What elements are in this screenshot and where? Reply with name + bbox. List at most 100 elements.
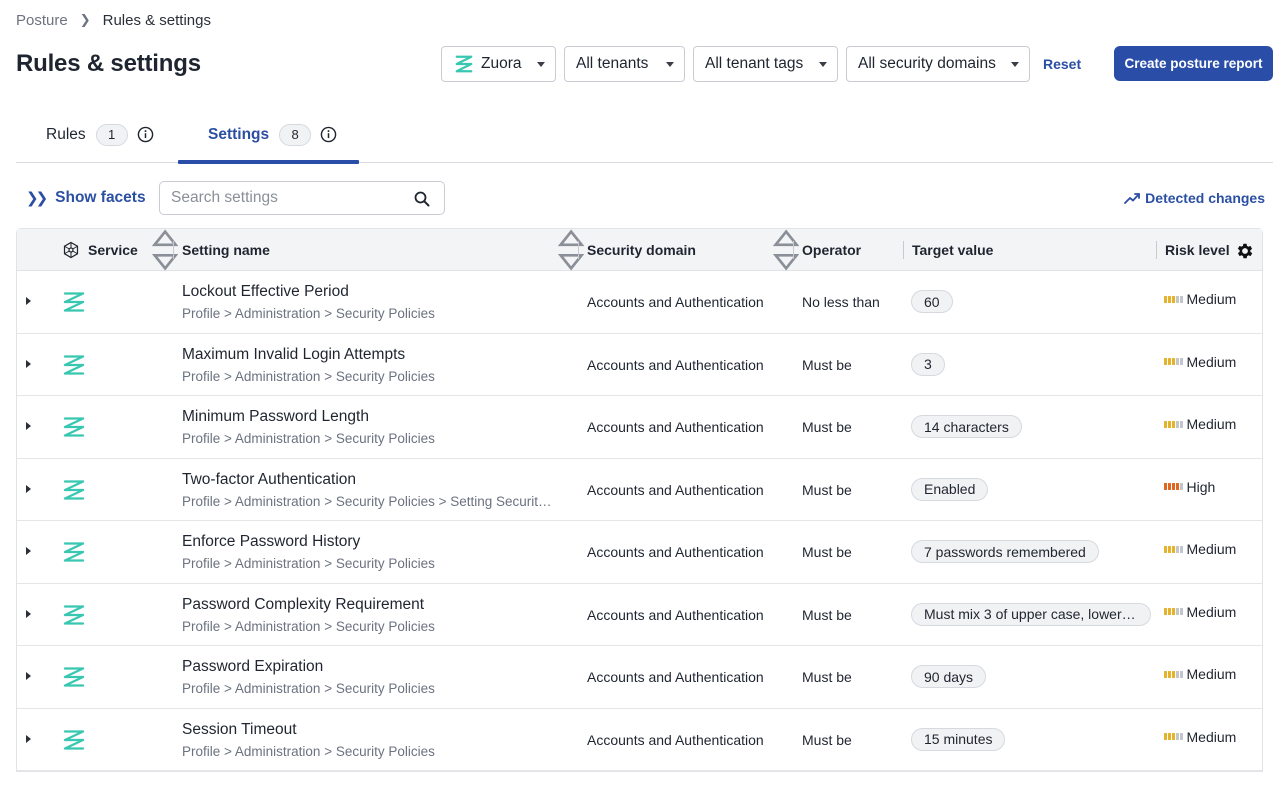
zuora-logo-icon	[63, 417, 85, 437]
sort-icon[interactable]	[152, 229, 179, 271]
search-icon[interactable]	[414, 191, 430, 207]
expand-caret-icon[interactable]	[26, 672, 31, 680]
breadcrumb-posture-link[interactable]: Posture	[16, 12, 68, 29]
table-row[interactable]: Lockout Effective Period Profile > Admin…	[17, 271, 1262, 334]
target-value: 7 passwords remembered	[924, 543, 1086, 560]
tab-rules[interactable]: Rules 1	[46, 106, 154, 163]
expand-caret-icon[interactable]	[26, 734, 31, 743]
target-value-chip: Enabled	[911, 477, 989, 501]
gear-icon[interactable]	[1235, 241, 1255, 261]
setting-name[interactable]: Enforce Password History	[182, 533, 360, 551]
column-header-risk-level[interactable]: Risk level	[1165, 229, 1230, 271]
table-row[interactable]: Password Expiration Profile > Administra…	[17, 646, 1262, 709]
setting-name[interactable]: Session Timeout	[182, 721, 297, 739]
column-header-security-domain-label: Security domain	[587, 242, 696, 258]
risk-level-bars-icon	[1164, 358, 1183, 365]
expand-caret-icon[interactable]	[26, 547, 31, 555]
operator: Must be	[802, 669, 852, 685]
security-domains-filter-dropdown[interactable]: All security domains	[846, 46, 1030, 82]
sort-icon[interactable]	[558, 229, 585, 271]
security-domains-filter-label: All security domains	[858, 55, 996, 72]
active-tab-indicator	[178, 160, 359, 164]
operator: Must be	[802, 419, 852, 435]
risk-level-label: Medium	[1186, 416, 1237, 432]
risk-level-bars-icon	[1164, 545, 1183, 553]
target-value-chip: 15 minutes	[911, 727, 1006, 751]
expand-caret-icon[interactable]	[26, 484, 31, 493]
zuora-logo-icon	[63, 604, 85, 625]
reset-link[interactable]: Reset	[1043, 56, 1081, 72]
security-domain: Accounts and Authentication	[587, 669, 764, 685]
setting-path: Profile > Administration > Security Poli…	[182, 306, 435, 321]
risk-level-label: High	[1186, 478, 1216, 495]
setting-name[interactable]: Password Expiration	[182, 658, 323, 676]
target-value-chip: 14 characters	[911, 415, 1022, 438]
tab-settings-label: Settings	[208, 125, 270, 143]
tenant-tags-filter-dropdown[interactable]: All tenant tags	[693, 46, 838, 82]
setting-name[interactable]: Password Complexity Requirement	[182, 596, 424, 614]
operator: Must be	[802, 481, 852, 498]
column-header-setting-name[interactable]: Setting name	[182, 229, 270, 271]
table-row[interactable]: Minimum Password Length Profile > Admini…	[17, 396, 1262, 459]
breadcrumb-current: Rules & settings	[102, 11, 211, 29]
risk-level-bars-icon	[1164, 733, 1183, 740]
expand-caret-icon[interactable]	[26, 297, 31, 305]
zuora-logo-icon	[63, 729, 85, 750]
target-value-chip: 90 days	[911, 665, 987, 688]
column-header-security-domain[interactable]: Security domain	[587, 229, 696, 271]
show-facets-button[interactable]: ❯❯ Show facets	[26, 181, 146, 215]
operator: No less than	[802, 294, 880, 310]
zuora-logo-icon	[63, 542, 85, 562]
table-row[interactable]: Password Complexity Requirement Profile …	[17, 584, 1262, 646]
detected-changes-link[interactable]: Detected changes	[1124, 181, 1265, 215]
risk-level-label: Medium	[1186, 353, 1237, 370]
setting-path: Profile > Administration > Security Poli…	[182, 368, 435, 384]
risk-level: Medium	[1164, 541, 1236, 557]
chevron-right-icon: ❯	[79, 12, 91, 27]
table-row[interactable]: Session Timeout Profile > Administration…	[17, 709, 1262, 771]
operator: Must be	[802, 356, 852, 373]
table-row[interactable]: Maximum Invalid Login Attempts Profile >…	[17, 334, 1262, 396]
security-domain: Accounts and Authentication	[587, 481, 764, 498]
caret-down-icon	[666, 61, 674, 67]
setting-name[interactable]: Maximum Invalid Login Attempts	[182, 346, 405, 364]
target-value: 90 days	[924, 668, 974, 685]
info-icon[interactable]	[137, 126, 154, 143]
expand-caret-icon[interactable]	[26, 359, 31, 368]
setting-name[interactable]: Lockout Effective Period	[182, 283, 349, 301]
setting-path: Profile > Administration > Security Poli…	[182, 431, 435, 446]
breadcrumb: Posture ❯ Rules & settings	[16, 10, 211, 30]
service-filter-label: Zuora	[481, 55, 522, 72]
settings-table: Service Setting name Security domain Ope…	[16, 228, 1263, 772]
table-header: Service Setting name Security domain Ope…	[17, 229, 1262, 271]
info-icon[interactable]	[320, 126, 337, 143]
expand-caret-icon[interactable]	[26, 609, 31, 618]
search-input[interactable]	[171, 189, 401, 207]
setting-name[interactable]: Two-factor Authentication	[182, 471, 356, 489]
setting-name[interactable]: Minimum Password Length	[182, 408, 369, 426]
caret-down-icon	[1011, 61, 1019, 67]
target-value: 3	[924, 356, 932, 372]
risk-level: Medium	[1164, 666, 1236, 682]
page-title: Rules & settings	[16, 50, 201, 77]
table-row[interactable]: Enforce Password History Profile > Admin…	[17, 521, 1262, 584]
expand-caret-icon[interactable]	[26, 422, 31, 430]
service-filter-dropdown[interactable]: Zuora	[441, 46, 556, 82]
security-domain: Accounts and Authentication	[587, 731, 764, 748]
sort-icon[interactable]	[773, 229, 800, 271]
security-domain: Accounts and Authentication	[587, 294, 764, 310]
risk-level-bars-icon	[1164, 608, 1183, 615]
column-header-service[interactable]: Service	[62, 229, 138, 271]
target-value: 14 characters	[924, 418, 1009, 435]
tenants-filter-dropdown[interactable]: All tenants	[564, 46, 685, 82]
risk-level-label: Medium	[1186, 541, 1237, 557]
trend-line-icon	[1124, 193, 1141, 204]
column-header-target-value[interactable]: Target value	[912, 229, 993, 271]
risk-level-bars-icon	[1164, 295, 1183, 303]
column-header-operator[interactable]: Operator	[802, 229, 861, 271]
table-row[interactable]: Two-factor Authentication Profile > Admi…	[17, 459, 1262, 521]
tab-rules-count-badge: 1	[95, 123, 128, 146]
create-posture-report-button[interactable]: Create posture report	[1114, 46, 1273, 81]
table-body: Lockout Effective Period Profile > Admin…	[17, 271, 1262, 771]
tab-settings[interactable]: Settings 8	[208, 106, 337, 163]
